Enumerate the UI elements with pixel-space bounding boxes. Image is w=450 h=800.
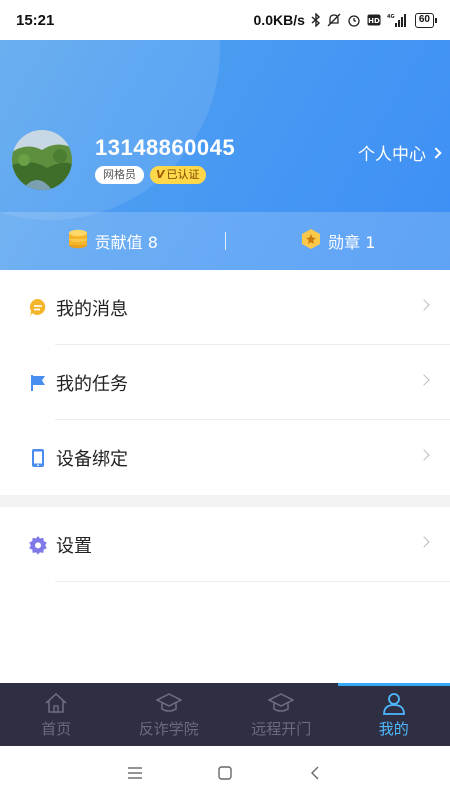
home-icon xyxy=(44,690,68,716)
mute-icon xyxy=(327,13,341,27)
svg-text:4G: 4G xyxy=(387,14,395,20)
graduation-cap-icon xyxy=(268,690,295,716)
system-nav-bar xyxy=(0,746,450,800)
phone-device-icon xyxy=(28,448,48,468)
medal-label: 勋章 1 xyxy=(328,233,376,252)
stats-bar: 贡献值 8 勋章 1 xyxy=(0,212,450,270)
verified-badge: V 已认证 xyxy=(150,166,206,184)
home-square-icon[interactable] xyxy=(213,761,237,785)
medal-icon xyxy=(300,228,322,254)
status-bar: 15:21 0.0KB/s HD 4G 60 xyxy=(0,0,450,40)
status-time: 15:21 xyxy=(16,11,55,29)
avatar[interactable] xyxy=(12,130,72,190)
menu-item-tasks[interactable]: 我的任务 xyxy=(0,345,450,420)
tab-mine-label: 我的 xyxy=(378,720,409,738)
signal-icon: 4G xyxy=(387,13,409,27)
menu-section-gap xyxy=(0,495,450,507)
personal-center-link[interactable]: 个人中心 xyxy=(358,140,442,165)
message-icon xyxy=(28,298,48,318)
tab-mine[interactable]: 我的 xyxy=(338,683,450,746)
header-decoration xyxy=(0,40,220,220)
tab-home-label: 首页 xyxy=(41,720,72,738)
svg-text:HD: HD xyxy=(368,17,380,25)
menu-icon[interactable] xyxy=(123,761,147,785)
personal-center-label: 个人中心 xyxy=(358,145,426,165)
hd-icon: HD xyxy=(367,14,381,26)
chevron-right-icon xyxy=(430,146,442,159)
coins-icon xyxy=(67,228,89,254)
battery-indicator: 60 xyxy=(414,12,438,28)
menu-item-settings[interactable]: 设置 xyxy=(0,507,450,582)
tab-remote-door[interactable]: 远程开门 xyxy=(225,683,338,746)
gear-icon xyxy=(28,535,48,555)
net-speed: 0.0KB/s xyxy=(253,12,305,28)
chevron-right-icon xyxy=(418,536,430,548)
menu-item-device-binding[interactable]: 设备绑定 xyxy=(0,420,450,495)
contribution-stat[interactable]: 贡献值 8 xyxy=(0,228,225,254)
chevron-right-icon xyxy=(418,374,430,386)
menu-label-device-binding: 设备绑定 xyxy=(56,448,128,470)
menu-divider xyxy=(55,581,450,582)
chevron-right-icon xyxy=(418,449,430,461)
contribution-label: 贡献值 8 xyxy=(94,233,158,252)
menu-label-settings: 设置 xyxy=(56,535,92,557)
menu-item-messages[interactable]: 我的消息 xyxy=(0,270,450,345)
verified-mark: V xyxy=(156,168,165,181)
user-tags: 网格员 V 已认证 xyxy=(95,166,206,184)
bottom-nav: 首页 反诈学院 远程开门 我的 xyxy=(0,683,450,746)
graduation-cap-icon xyxy=(155,690,182,716)
menu-list: 我的消息 我的任务 设备绑定 设置 xyxy=(0,270,450,582)
user-icon xyxy=(382,690,406,716)
bluetooth-icon xyxy=(311,13,321,27)
role-tag: 网格员 xyxy=(95,166,144,184)
back-icon[interactable] xyxy=(303,761,327,785)
menu-label-tasks: 我的任务 xyxy=(56,373,128,395)
tab-home[interactable]: 首页 xyxy=(0,683,113,746)
tab-anti-fraud-academy[interactable]: 反诈学院 xyxy=(113,683,226,746)
profile-header: 13148860045 网格员 V 已认证 个人中心 贡献值 8 勋章 1 xyxy=(0,40,450,270)
status-indicators: 0.0KB/s HD 4G 60 xyxy=(253,12,438,28)
medal-stat[interactable]: 勋章 1 xyxy=(226,228,450,254)
tab-anti-fraud-academy-label: 反诈学院 xyxy=(138,720,199,738)
tab-remote-door-label: 远程开门 xyxy=(251,720,312,738)
chevron-right-icon xyxy=(418,299,430,311)
user-phone: 13148860045 xyxy=(95,135,236,160)
verified-label: 已认证 xyxy=(166,168,200,181)
alarm-icon xyxy=(347,13,361,27)
menu-label-messages: 我的消息 xyxy=(56,298,128,320)
flag-icon xyxy=(28,373,48,393)
